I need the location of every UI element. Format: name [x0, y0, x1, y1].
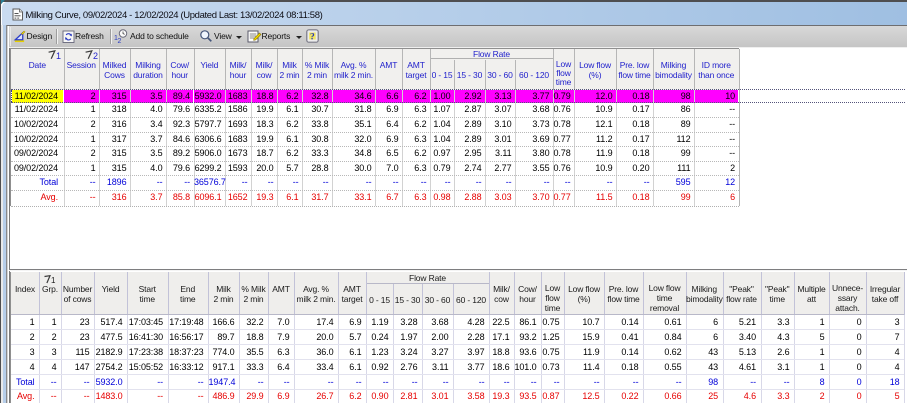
svg-text:2: 2: [118, 38, 122, 45]
svg-text:?: ?: [310, 33, 315, 43]
svg-text:1: 1: [56, 51, 61, 60]
svg-text:2: 2: [93, 51, 98, 60]
svg-text:1: 1: [51, 276, 56, 284]
